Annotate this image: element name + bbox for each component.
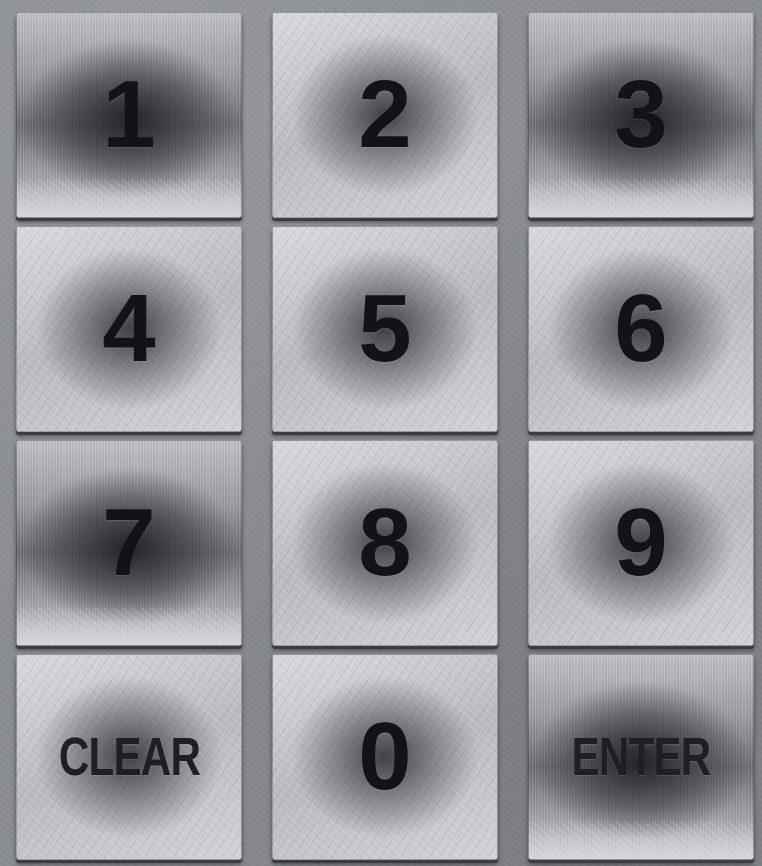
key-1-label: 1 (102, 61, 156, 168)
enter-button[interactable]: ENTER (528, 654, 754, 860)
key-5-button[interactable]: 5 (272, 226, 498, 432)
key-9-button[interactable]: 9 (528, 440, 754, 646)
key-2-button[interactable]: 2 (272, 12, 498, 218)
key-8-label: 8 (358, 489, 412, 596)
key-0-label: 0 (358, 703, 412, 810)
key-7-button[interactable]: 7 (16, 440, 242, 646)
key-5-label: 5 (358, 275, 412, 382)
key-1-button[interactable]: 1 (16, 12, 242, 218)
key-0-button[interactable]: 0 (272, 654, 498, 860)
enter-label: ENTER (571, 727, 712, 787)
key-7-label: 7 (102, 489, 156, 596)
key-6-button[interactable]: 6 (528, 226, 754, 432)
clear-label: CLEAR (58, 727, 200, 787)
clear-button[interactable]: CLEAR (16, 654, 242, 860)
key-9-label: 9 (614, 489, 668, 596)
key-4-button[interactable]: 4 (16, 226, 242, 432)
key-8-button[interactable]: 8 (272, 440, 498, 646)
key-6-label: 6 (614, 275, 668, 382)
key-2-label: 2 (358, 61, 412, 168)
key-4-label: 4 (102, 275, 156, 382)
keypad: 1 2 3 4 5 6 7 8 9 CLEAR 0 ENTER (0, 0, 762, 866)
key-3-label: 3 (614, 61, 668, 168)
key-3-button[interactable]: 3 (528, 12, 754, 218)
